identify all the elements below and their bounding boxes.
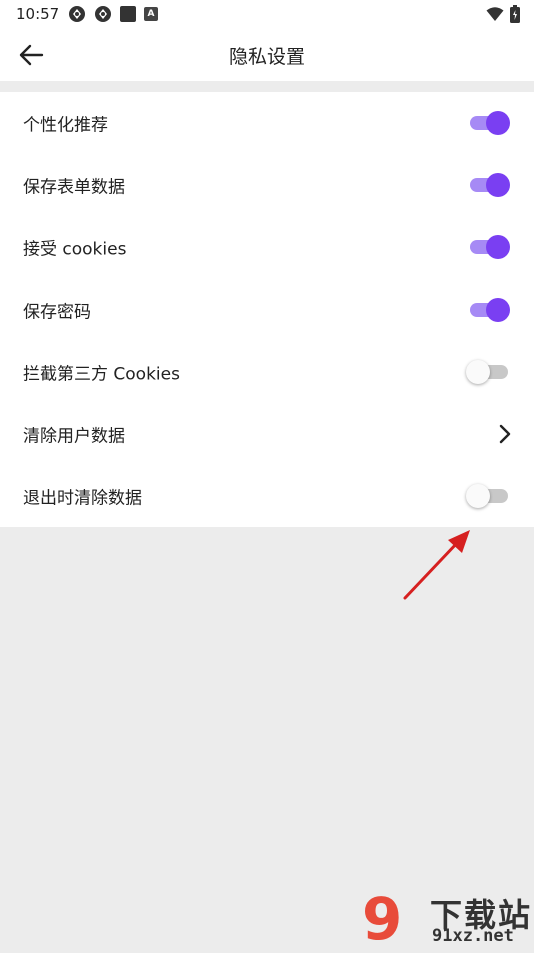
page-title: 隐私设置 — [228, 46, 305, 68]
nfc-icon — [69, 6, 85, 22]
nfc-icon — [95, 6, 111, 22]
setting-row-clear-user-data[interactable]: 清除用户数据 — [0, 403, 534, 465]
status-icons-left: A — [68, 5, 158, 23]
switch-knob — [466, 359, 490, 384]
clear-data-on-exit-toggle[interactable] — [466, 483, 508, 509]
setting-row-personalized-recommendation[interactable]: 个性化推荐 — [0, 92, 534, 154]
block-third-party-cookies-toggle[interactable] — [466, 359, 508, 385]
watermark-nine: 9 — [362, 885, 403, 953]
setting-label: 清除用户数据 — [23, 426, 125, 447]
switch-knob — [486, 173, 510, 198]
setting-label: 保存表单数据 — [23, 177, 125, 198]
switch-knob — [486, 111, 510, 136]
setting-row-accept-cookies[interactable]: 接受 cookies — [0, 216, 534, 278]
switch-knob — [486, 235, 510, 260]
battery-icon — [510, 5, 520, 23]
watermark-logo: 9 下载站 91xz.net — [362, 888, 532, 950]
setting-row-clear-data-on-exit[interactable]: 退出时清除数据 — [0, 465, 534, 527]
a-icon: A — [144, 7, 158, 21]
setting-row-save-passwords[interactable]: 保存密码 — [0, 279, 534, 341]
setting-row-block-third-party-cookies[interactable]: 拦截第三方 Cookies — [0, 341, 534, 403]
setting-label: 个性化推荐 — [23, 115, 108, 136]
switch-knob — [486, 297, 510, 322]
setting-label: 拦截第三方 Cookies — [23, 364, 180, 385]
setting-label: 保存密码 — [23, 302, 91, 323]
app-bar: 隐私设置 — [0, 28, 534, 81]
square-icon — [120, 6, 136, 22]
status-icons-right — [486, 5, 520, 23]
setting-label: 退出时清除数据 — [23, 488, 142, 509]
red-arrow-annotation — [403, 530, 470, 600]
setting-label: 接受 cookies — [23, 239, 127, 260]
section-divider — [0, 81, 534, 92]
status-bar: 10:57 A — [0, 0, 534, 28]
setting-row-save-form-data[interactable]: 保存表单数据 — [0, 154, 534, 216]
save-passwords-toggle[interactable] — [470, 297, 510, 323]
save-form-data-toggle[interactable] — [470, 172, 510, 198]
personalized-recommendation-toggle[interactable] — [470, 110, 510, 136]
watermark-url: 91xz.net — [432, 926, 514, 946]
status-time: 10:57 — [16, 5, 60, 23]
wifi-icon — [486, 7, 504, 21]
accept-cookies-toggle[interactable] — [470, 234, 510, 260]
switch-knob — [466, 484, 490, 509]
settings-list: 个性化推荐 保存表单数据 接受 cookies 保存密码 拦截第三方 Cooki… — [0, 92, 534, 527]
chevron-right-icon — [499, 424, 511, 444]
